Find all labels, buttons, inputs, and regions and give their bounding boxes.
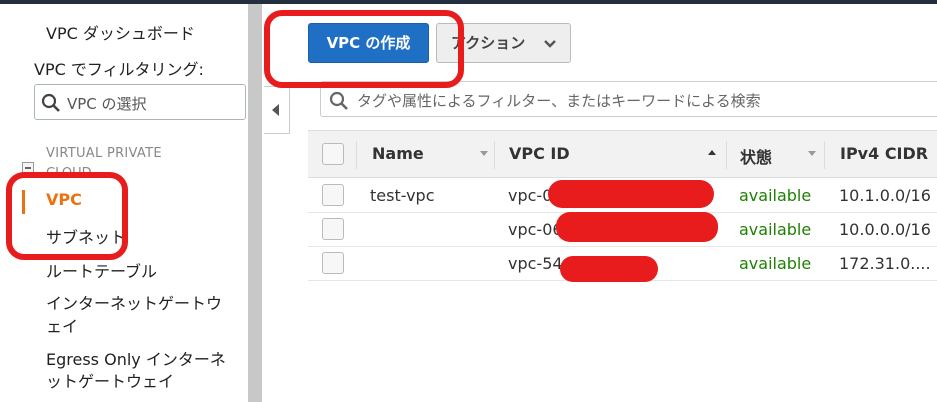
- row-cidr: 10.1.0.0/16: [839, 186, 931, 205]
- sidebar-collapse-button[interactable]: [264, 86, 290, 134]
- table-header: Name VPC ID 状態 IPv4 CIDR: [308, 130, 937, 178]
- column-divider: [726, 141, 727, 169]
- filter-label: VPC でフィルタリング:: [34, 60, 204, 79]
- row-checkbox[interactable]: [322, 184, 344, 206]
- select-all-checkbox[interactable]: [322, 143, 344, 165]
- row-vpc-id: vpc-0: [508, 186, 553, 205]
- row-cidr: 172.31.0....: [839, 254, 931, 273]
- row-name: test-vpc: [370, 186, 435, 205]
- sort-icon: [808, 151, 816, 156]
- row-vpc-id: vpc-54: [508, 254, 563, 273]
- sidebar-item-igw-cont[interactable]: ェイ: [46, 313, 78, 337]
- vpc-select-input[interactable]: VPC の選択: [34, 84, 246, 120]
- sidebar-item-route-table[interactable]: ルートテーブル: [46, 258, 157, 282]
- row-checkbox[interactable]: [322, 218, 344, 240]
- filter-placeholder: タグや属性によるフィルター、またはキーワードによる検索: [357, 92, 761, 110]
- sort-icon: [480, 151, 488, 156]
- sidebar-item-egress[interactable]: Egress Only インターネ: [46, 346, 226, 370]
- annotation-circle: [6, 172, 128, 260]
- chevron-left-icon: [272, 104, 279, 116]
- column-header-ipv4-cidr[interactable]: IPv4 CIDR: [840, 144, 928, 163]
- sidebar-item-egress-cont[interactable]: ットゲートウェイ: [46, 368, 174, 392]
- vpc-select-placeholder: VPC の選択: [67, 95, 147, 113]
- chevron-down-icon: [544, 40, 556, 48]
- sidebar-item-dashboard[interactable]: VPC ダッシュボード: [46, 20, 195, 44]
- sidebar-item-igw[interactable]: インターネットゲートウ: [46, 290, 222, 314]
- search-icon: [41, 93, 60, 112]
- row-status: available: [739, 186, 812, 205]
- column-header-status[interactable]: 状態: [740, 144, 772, 168]
- row-cidr: 10.0.0.0/16: [839, 220, 931, 239]
- sort-asc-icon: [708, 150, 716, 155]
- column-header-vpc-id[interactable]: VPC ID: [509, 144, 570, 163]
- redaction-mark: [560, 256, 658, 282]
- column-header-name[interactable]: Name: [372, 144, 424, 163]
- annotation-circle: [264, 10, 464, 88]
- column-divider: [494, 141, 495, 169]
- row-status: available: [739, 220, 812, 239]
- column-divider: [824, 141, 825, 169]
- row-vpc-id: vpc-06: [508, 220, 563, 239]
- redaction-mark: [548, 180, 714, 208]
- redaction-mark: [556, 212, 718, 242]
- section-title: VIRTUAL PRIVATE: [46, 146, 162, 161]
- row-status: available: [739, 254, 812, 273]
- row-checkbox[interactable]: [322, 252, 344, 274]
- search-icon: [329, 91, 348, 110]
- sidebar-scrollbar[interactable]: [248, 4, 262, 402]
- column-divider: [356, 141, 357, 169]
